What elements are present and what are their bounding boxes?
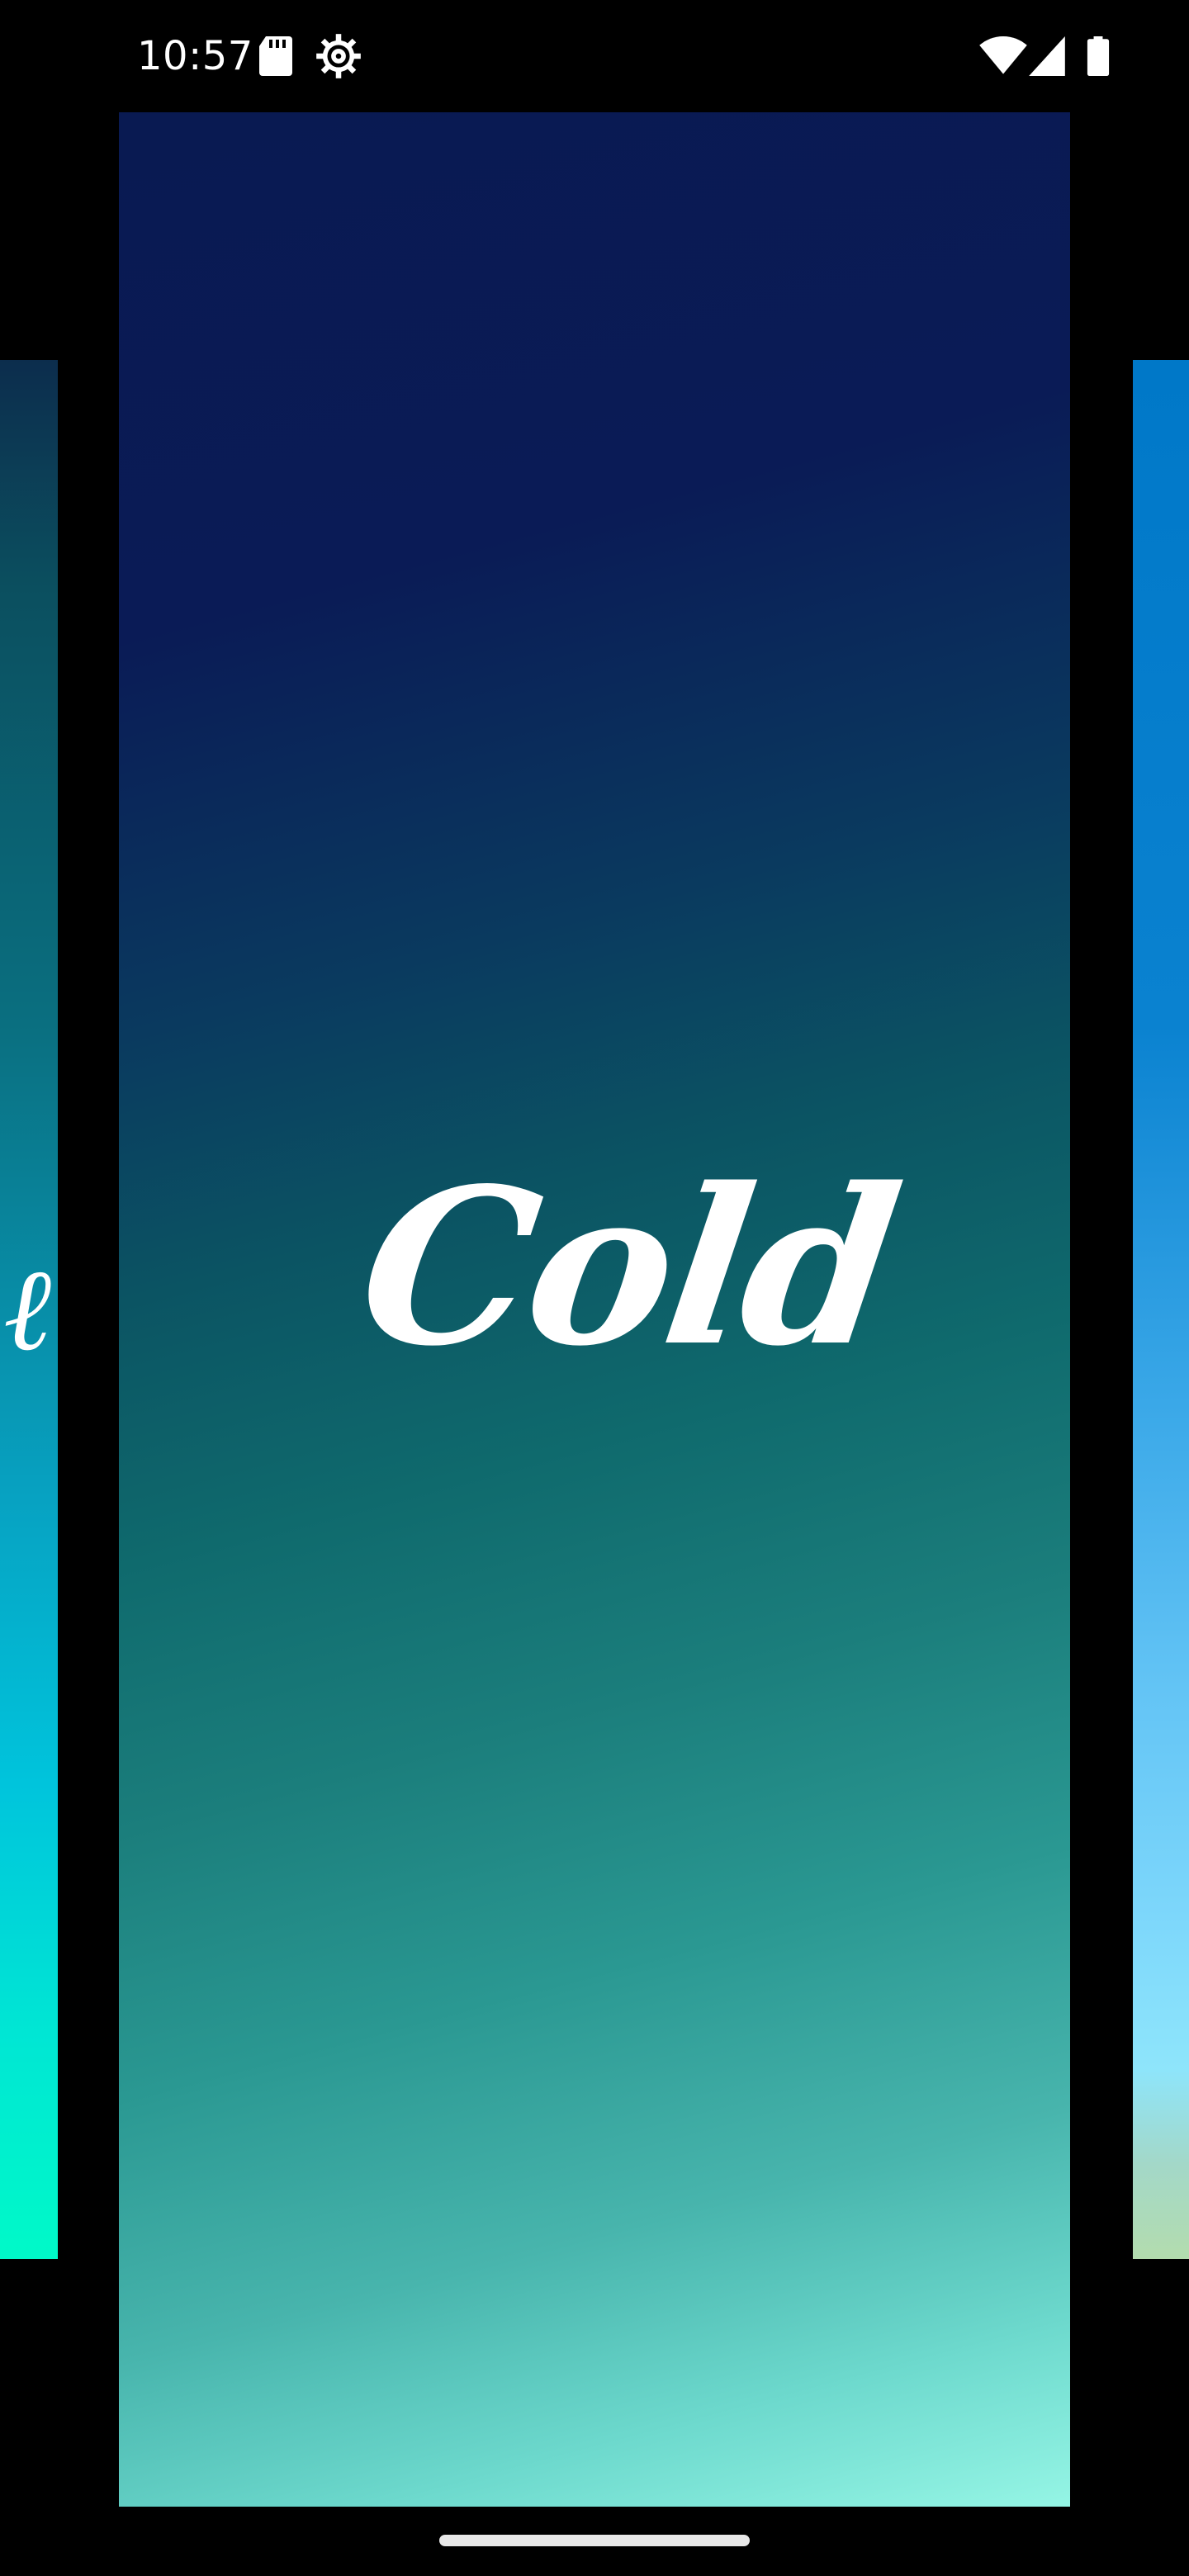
status-bar: 10:57 [0,0,1189,112]
gesture-nav-handle[interactable] [439,2535,750,2546]
sd-card-icon [259,36,292,76]
wallpaper-card-selected[interactable]: Cold [119,112,1070,2507]
wallpaper-card-previous[interactable]: ℓ [0,360,58,2259]
status-time: 10:57 [137,33,253,79]
gear-icon [316,34,361,78]
wallpaper-picker-screen: 10:57 ℓ Cold [0,0,1189,2576]
wallpaper-title: Cold [347,1142,908,1394]
previous-card-script-fragment: ℓ [5,1242,54,1377]
signal-icon [1029,36,1065,76]
wifi-icon [979,36,1027,74]
battery-icon [1087,36,1110,76]
wallpaper-card-next[interactable] [1133,360,1189,2259]
